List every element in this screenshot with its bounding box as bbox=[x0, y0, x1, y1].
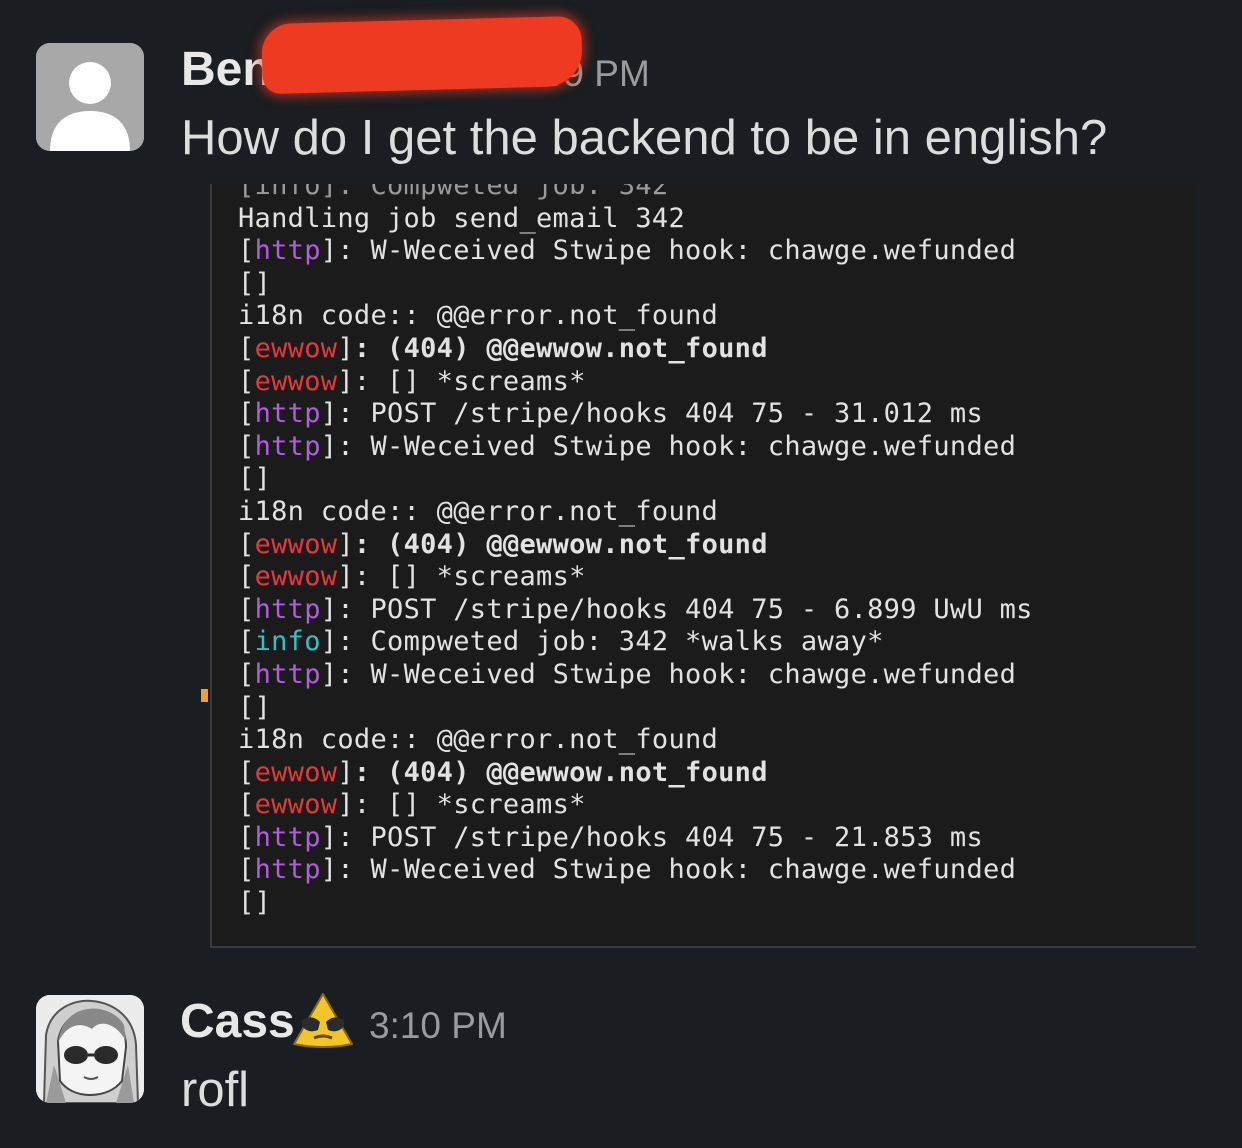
terminal-line: [] bbox=[238, 463, 272, 495]
log-level-tag: ewwow bbox=[254, 789, 338, 821]
terminal-line: [http]: W-Weceived Stwipe hook: chawge.w… bbox=[238, 659, 1188, 692]
avatar[interactable] bbox=[36, 43, 144, 151]
tag-bracket: ] bbox=[320, 235, 338, 267]
tag-bracket: ] bbox=[337, 332, 354, 364]
tag-bracket: ] bbox=[320, 658, 338, 690]
sunglasses-face-emoji-icon[interactable] bbox=[290, 990, 356, 1050]
terminal-line: [] bbox=[238, 691, 272, 723]
tag-bracket: [ bbox=[238, 398, 255, 430]
default-user-icon bbox=[36, 43, 144, 151]
terminal-line: [ewwow]: [] *screams* bbox=[238, 789, 1188, 822]
log-message: : (404) @@ewwow.not_found bbox=[353, 528, 768, 560]
terminal-line: [http]: W-Weceived Stwipe hook: chawge.w… bbox=[238, 235, 1188, 268]
log-level-tag: http bbox=[254, 821, 321, 853]
tag-bracket: [ bbox=[238, 528, 255, 560]
tag-bracket: ] bbox=[337, 561, 354, 593]
terminal-log: [info]: Compweted job: 342 Handling job s… bbox=[238, 184, 1188, 920]
log-level-tag: ewwow bbox=[254, 756, 338, 788]
terminal-line: [ewwow]: (404) @@ewwow.not_found bbox=[238, 529, 1188, 562]
tag-bracket: [ bbox=[238, 235, 255, 267]
log-message: : POST /stripe/hooks 404 75 - 21.853 ms bbox=[337, 821, 984, 853]
terminal-line: [http]: W-Weceived Stwipe hook: chawge.w… bbox=[238, 431, 1188, 464]
message-text: rofl bbox=[181, 1063, 250, 1117]
tag-bracket: ] bbox=[337, 756, 354, 788]
tag-bracket: [ bbox=[238, 789, 255, 821]
tag-bracket: ] bbox=[320, 854, 338, 886]
tag-bracket: ] bbox=[320, 626, 338, 658]
log-message: : W-Weceived Stwipe hook: chawge.wefunde… bbox=[337, 854, 1017, 886]
log-message: : W-Weceived Stwipe hook: chawge.wefunde… bbox=[337, 430, 1017, 462]
terminal-line: [http]: POST /stripe/hooks 404 75 - 21.8… bbox=[238, 822, 1188, 855]
log-level-tag: ewwow bbox=[254, 332, 338, 364]
tag-bracket: ] bbox=[337, 789, 354, 821]
message-timestamp[interactable]: 3:10 PM bbox=[369, 1004, 507, 1048]
tag-bracket: ] bbox=[320, 593, 338, 625]
log-level-tag: http bbox=[254, 430, 321, 462]
terminal-line: [http]: POST /stripe/hooks 404 75 - 6.89… bbox=[238, 594, 1188, 627]
terminal-line: i18n code:: @@error.not_found bbox=[238, 300, 719, 332]
log-message: : [] *screams* bbox=[353, 561, 586, 593]
message-text: How do I get the backend to be in englis… bbox=[181, 111, 1108, 165]
tag-bracket: [ bbox=[238, 756, 255, 788]
log-message: : [] *screams* bbox=[353, 789, 586, 821]
tag-bracket: ] bbox=[320, 821, 338, 853]
message-author[interactable]: Cass bbox=[180, 994, 295, 1050]
redaction-scribble bbox=[261, 15, 583, 95]
log-level-tag: http bbox=[254, 398, 321, 430]
log-level-tag: http bbox=[254, 593, 321, 625]
tag-bracket: ] bbox=[337, 528, 354, 560]
terminal-line: [info]: Compweted job: 342 bbox=[238, 184, 669, 201]
terminal-line: [http]: W-Weceived Stwipe hook: chawge.w… bbox=[238, 854, 1188, 887]
terminal-line: [ewwow]: [] *screams* bbox=[238, 366, 1188, 399]
terminal-line: Handling job send_email 342 bbox=[238, 202, 685, 234]
tag-bracket: ] bbox=[320, 398, 338, 430]
tag-bracket: [ bbox=[238, 626, 255, 658]
log-message: : W-Weceived Stwipe hook: chawge.wefunde… bbox=[337, 235, 1017, 267]
log-message: : (404) @@ewwow.not_found bbox=[353, 756, 768, 788]
tag-bracket: ] bbox=[320, 430, 338, 462]
terminal-line: i18n code:: @@error.not_found bbox=[238, 495, 719, 527]
tag-bracket: [ bbox=[238, 658, 255, 690]
terminal-screenshot-attachment[interactable]: [info]: Compweted job: 342 Handling job s… bbox=[210, 184, 1196, 948]
tag-bracket: [ bbox=[238, 332, 255, 364]
terminal-line: [ewwow]: (404) @@ewwow.not_found bbox=[238, 333, 1188, 366]
terminal-line: [ewwow]: [] *screams* bbox=[238, 561, 1188, 594]
tag-bracket: ] bbox=[337, 365, 354, 397]
scroll-marker bbox=[201, 689, 208, 702]
tag-bracket: [ bbox=[238, 854, 255, 886]
log-message: : Compweted job: 342 *walks away* bbox=[337, 626, 884, 658]
tag-bracket: [ bbox=[238, 365, 255, 397]
tag-bracket: [ bbox=[238, 430, 255, 462]
tag-bracket: [ bbox=[238, 561, 255, 593]
log-level-tag: ewwow bbox=[254, 561, 338, 593]
log-message: : (404) @@ewwow.not_found bbox=[353, 332, 768, 364]
avatar[interactable] bbox=[36, 995, 144, 1103]
log-level-tag: http bbox=[254, 854, 321, 886]
log-level-tag: ewwow bbox=[254, 365, 338, 397]
terminal-line: i18n code:: @@error.not_found bbox=[238, 724, 719, 756]
terminal-line: [ewwow]: (404) @@ewwow.not_found bbox=[238, 757, 1188, 790]
log-message: : POST /stripe/hooks 404 75 - 6.899 UwU … bbox=[337, 593, 1033, 625]
log-level-tag: ewwow bbox=[254, 528, 338, 560]
log-message: : POST /stripe/hooks 404 75 - 31.012 ms bbox=[337, 398, 984, 430]
log-level-tag: http bbox=[254, 235, 321, 267]
log-level-tag: http bbox=[254, 658, 321, 690]
tag-bracket: [ bbox=[238, 593, 255, 625]
log-message: : W-Weceived Stwipe hook: chawge.wefunde… bbox=[337, 658, 1017, 690]
terminal-line: [] bbox=[238, 887, 272, 919]
terminal-line: [] bbox=[238, 267, 272, 299]
tag-bracket: [ bbox=[238, 821, 255, 853]
terminal-line: [http]: POST /stripe/hooks 404 75 - 31.0… bbox=[238, 398, 1188, 431]
terminal-line: [info]: Compweted job: 342 *walks away* bbox=[238, 626, 1188, 659]
log-message: : [] *screams* bbox=[353, 365, 586, 397]
log-level-tag: info bbox=[254, 626, 321, 658]
anime-character-avatar-icon bbox=[36, 995, 144, 1103]
